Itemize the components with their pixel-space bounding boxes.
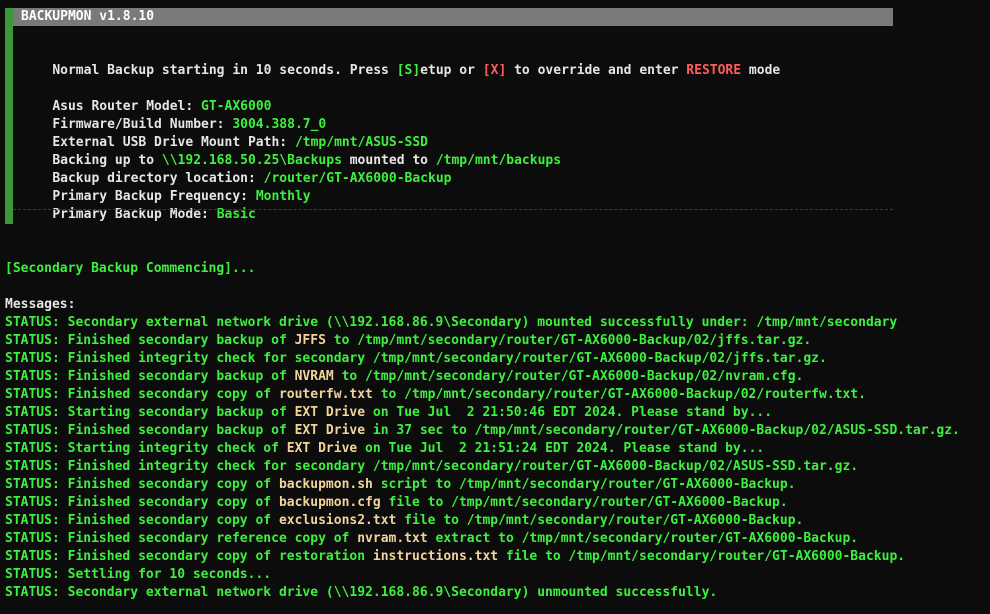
status-message: STATUS: Finished secondary copy of exclu… [5, 512, 803, 530]
status-text: Finished secondary copy of [67, 387, 279, 402]
status-prefix: STATUS: [5, 315, 68, 330]
app-title-bar: BACKUPMON v1.8.10 [13, 8, 893, 26]
info-backup-mode: Primary Backup Mode: Basic [52, 207, 256, 222]
status-text: Starting secondary backup of [67, 405, 295, 420]
status-highlight: exclusions2.txt [278, 513, 397, 528]
status-highlight: nvram.txt [357, 531, 428, 546]
info-router-model: Asus Router Model: GT-AX6000 [52, 99, 272, 114]
status-text-tail: in 37 sec to /tmp/mnt/secondary/router/G… [365, 423, 960, 438]
status-prefix: STATUS: [5, 549, 68, 564]
override-key: [X] [482, 63, 507, 78]
status-message: STATUS: Finished secondary backup of EXT… [5, 422, 960, 440]
status-prefix: STATUS: [5, 585, 68, 600]
status-text: Finished secondary backup of [67, 423, 295, 438]
status-highlight: EXT Drive [294, 423, 366, 438]
status-prefix: STATUS: [5, 387, 68, 402]
status-message: STATUS: Finished secondary copy of backu… [5, 494, 788, 512]
app-title: BACKUPMON v1.8.10 [21, 9, 155, 24]
info-backup-directory: Backup directory location: /router/GT-AX… [52, 171, 452, 186]
status-prefix: STATUS: [5, 495, 68, 510]
status-message: STATUS: Finished secondary copy of route… [5, 386, 866, 404]
status-highlight: JFFS [294, 333, 326, 348]
status-text-tail: file to /tmp/mnt/secondary/router/GT-AX6… [380, 495, 788, 510]
status-message: STATUS: Finished secondary backup of JFF… [5, 332, 811, 350]
status-highlight: backupmon.sh [278, 477, 373, 492]
header-divider [13, 209, 893, 210]
status-prefix: STATUS: [5, 405, 68, 420]
status-prefix: STATUS: [5, 531, 68, 546]
status-message: STATUS: Secondary external network drive… [5, 314, 897, 332]
status-text-tail: file to /tmp/mnt/secondary/router/GT-AX6… [396, 513, 804, 528]
status-message: STATUS: Secondary external network drive… [5, 584, 717, 602]
info-backing-up: Backing up to \\192.168.50.25\Backups mo… [52, 153, 562, 168]
header-side-bar [5, 8, 13, 224]
status-message: STATUS: Starting integrity check of EXT … [5, 440, 764, 458]
status-text: Starting integrity check of [67, 441, 287, 456]
status-text-tail: to /tmp/mnt/secondary/router/GT-AX6000-B… [333, 369, 804, 384]
status-text: Secondary external network drive (\\192.… [67, 585, 718, 600]
status-text: Secondary external network drive (\\192.… [67, 315, 898, 330]
status-message: STATUS: Finished integrity check for sec… [5, 350, 827, 368]
status-text-tail: file to /tmp/mnt/secondary/router/GT-AX6… [498, 549, 906, 564]
status-highlight: routerfw.txt [278, 387, 373, 402]
status-message: STATUS: Finished secondary backup of NVR… [5, 368, 803, 386]
status-message: STATUS: Finished integrity check for sec… [5, 458, 858, 476]
status-prefix: STATUS: [5, 477, 68, 492]
status-prefix: STATUS: [5, 369, 68, 384]
status-prefix: STATUS: [5, 351, 68, 366]
status-text: Settling for 10 seconds... [67, 567, 272, 582]
status-highlight: backupmon.cfg [278, 495, 381, 510]
status-prefix: STATUS: [5, 459, 68, 474]
secondary-backup-header: [Secondary Backup Commencing]... [5, 261, 256, 276]
status-prefix: STATUS: [5, 423, 68, 438]
status-message: STATUS: Finished secondary reference cop… [5, 530, 858, 548]
status-message: STATUS: Starting secondary backup of EXT… [5, 404, 772, 422]
status-text: Finished secondary copy of [67, 513, 279, 528]
info-firmware: Firmware/Build Number: 3004.388.7_0 [52, 117, 327, 132]
status-text-tail: to /tmp/mnt/secondary/router/GT-AX6000-B… [372, 387, 866, 402]
status-highlight: EXT Drive [294, 405, 366, 420]
status-prefix: STATUS: [5, 513, 68, 528]
status-text-tail: extract to /tmp/mnt/secondary/router/GT-… [427, 531, 859, 546]
messages-label: Messages: [5, 297, 76, 312]
status-prefix: STATUS: [5, 567, 68, 582]
status-text: Finished integrity check for secondary /… [67, 351, 827, 366]
status-text: Finished secondary backup of [67, 333, 295, 348]
startup-notice: Normal Backup starting in 10 seconds. Pr… [52, 63, 781, 78]
status-highlight: EXT Drive [286, 441, 358, 456]
status-prefix: STATUS: [5, 333, 68, 348]
status-highlight: instructions.txt [372, 549, 499, 564]
restore-word: RESTORE [686, 63, 742, 78]
status-message: STATUS: Settling for 10 seconds... [5, 566, 271, 584]
status-text-tail: on Tue Jul 2 21:50:46 EDT 2024. Please s… [365, 405, 773, 420]
status-text-tail: on Tue Jul 2 21:51:24 EDT 2024. Please s… [357, 441, 765, 456]
status-highlight: NVRAM [294, 369, 334, 384]
status-message: STATUS: Finished secondary copy of resto… [5, 548, 905, 566]
terminal-window[interactable]: BACKUPMON v1.8.10 Normal Backup starting… [0, 0, 990, 614]
status-text-tail: to /tmp/mnt/secondary/router/GT-AX6000-B… [325, 333, 812, 348]
status-prefix: STATUS: [5, 441, 68, 456]
status-text: Finished integrity check for secondary /… [67, 459, 859, 474]
status-text: Finished secondary copy of restoration [67, 549, 373, 564]
status-text: Finished secondary backup of [67, 369, 295, 384]
status-text-tail: script to /tmp/mnt/secondary/router/GT-A… [372, 477, 796, 492]
status-text: Finished secondary reference copy of [67, 531, 358, 546]
info-backup-frequency: Primary Backup Frequency: Monthly [52, 189, 311, 204]
info-usb-mount-path: External USB Drive Mount Path: /tmp/mnt/… [52, 135, 429, 150]
status-message: STATUS: Finished secondary copy of backu… [5, 476, 796, 494]
status-text: Finished secondary copy of [67, 477, 279, 492]
setup-key: [S] [396, 63, 421, 78]
status-text: Finished secondary copy of [67, 495, 279, 510]
